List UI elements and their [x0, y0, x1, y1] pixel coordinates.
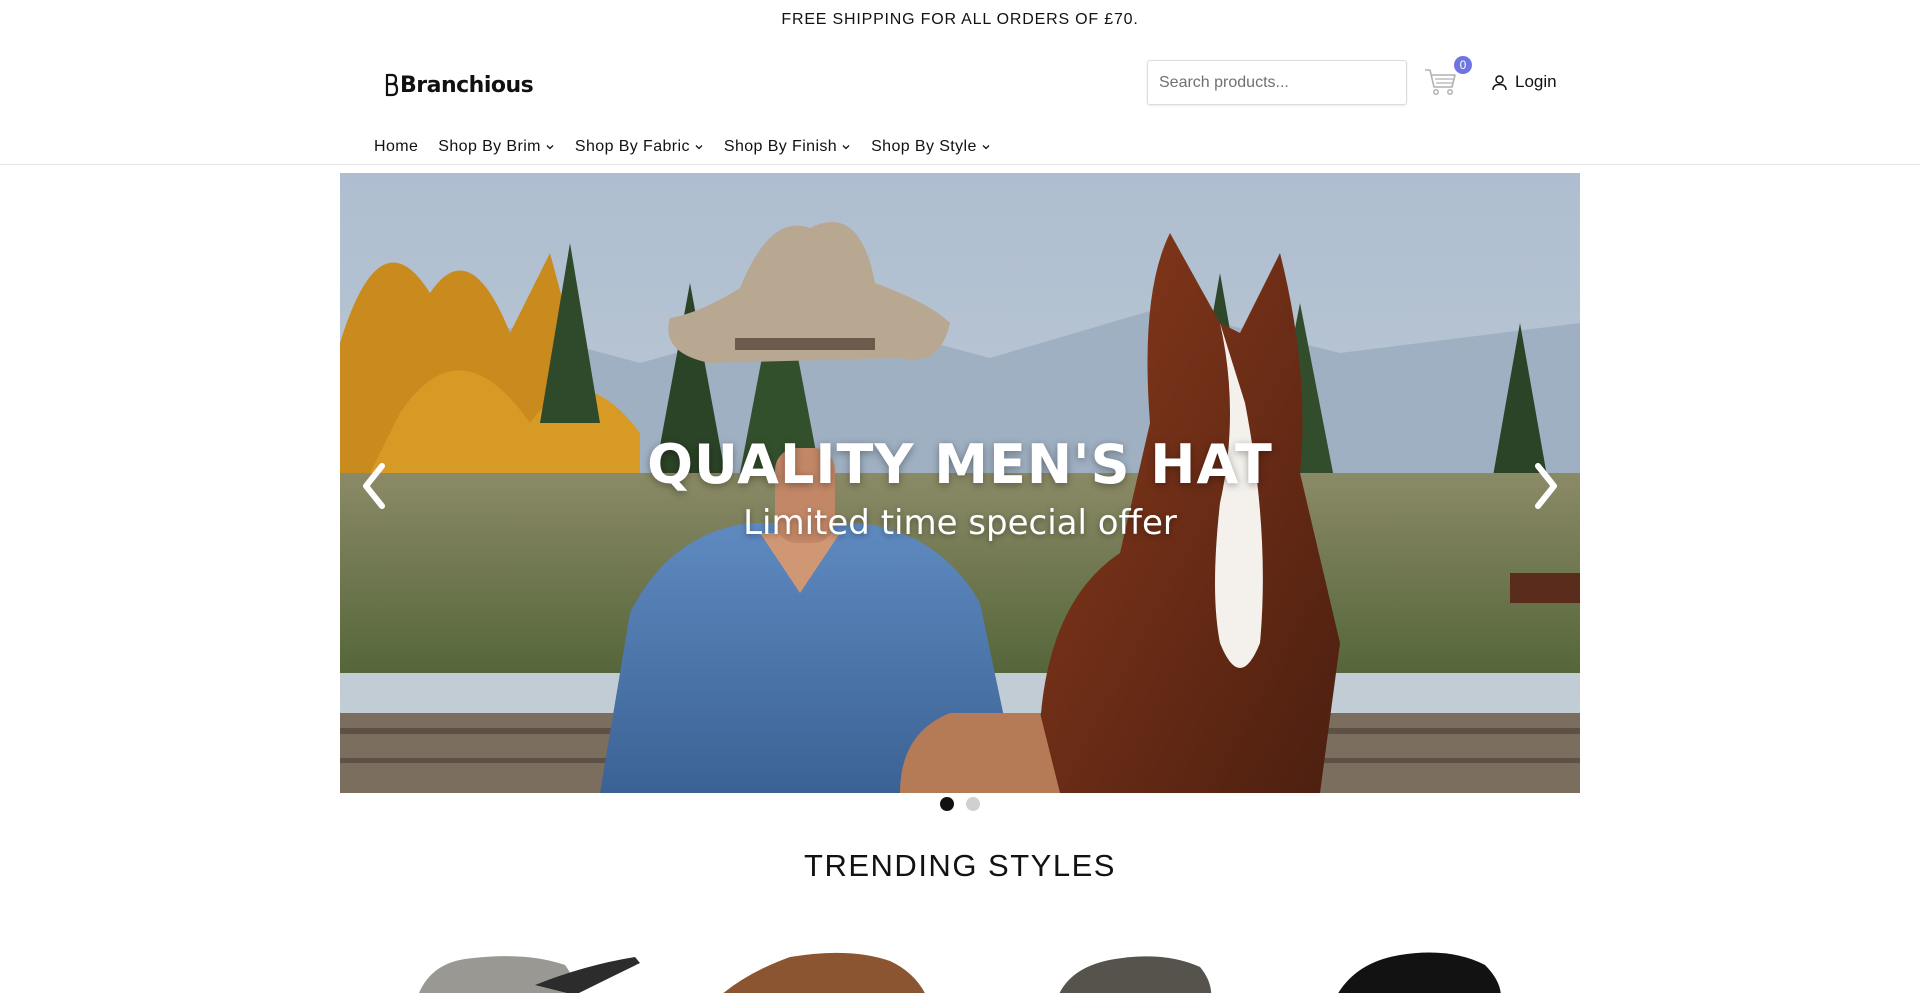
hero-subtitle: Limited time special offer: [743, 503, 1177, 543]
product-card-image-1[interactable]: [385, 945, 665, 993]
chevron-down-icon: [982, 145, 990, 150]
nav-item-shop-by-style[interactable]: Shop By Style: [871, 138, 991, 156]
logo-text: Branchious: [400, 72, 534, 98]
nav-item-home[interactable]: Home: [374, 138, 418, 156]
slider-dot-1[interactable]: [940, 797, 954, 811]
product-card-image-2[interactable]: [700, 945, 980, 993]
product-card-image-3[interactable]: [1015, 945, 1295, 993]
slider-next-arrow-icon[interactable]: [1526, 456, 1566, 516]
nav-label: Shop By Brim: [438, 138, 541, 155]
product-card-image-4[interactable]: [1330, 945, 1555, 993]
main-nav: Home Shop By Brim Shop By Fabric Shop By…: [374, 138, 991, 156]
announcement-text: FREE SHIPPING FOR ALL ORDERS OF £70.: [781, 11, 1139, 28]
slider-prev-arrow-icon[interactable]: [354, 456, 394, 516]
slider-dot-2[interactable]: [966, 797, 980, 811]
hero-title: QUALITY MEN'S HAT: [647, 433, 1273, 496]
nav-item-shop-by-finish[interactable]: Shop By Finish: [724, 138, 851, 156]
login-label: Login: [1515, 72, 1557, 91]
chevron-down-icon: [546, 145, 554, 150]
nav-label: Shop By Finish: [723, 138, 838, 155]
slider-dots: [0, 797, 1920, 811]
nav-item-shop-by-fabric[interactable]: Shop By Fabric: [575, 138, 704, 156]
nav-label: Shop By Fabric: [574, 138, 690, 155]
search-box[interactable]: [1147, 60, 1407, 105]
site-header: Branchious 0 Login Home Shop By Brim Sho…: [0, 40, 1920, 165]
trending-styles-heading: TRENDING STYLES: [804, 848, 1116, 883]
search-input[interactable]: [1159, 73, 1406, 92]
shopping-cart-icon[interactable]: [1423, 64, 1459, 100]
hero-slider[interactable]: QUALITY MEN'S HAT Limited time special o…: [340, 173, 1580, 793]
logo[interactable]: Branchious: [385, 70, 534, 100]
nav-label: Shop By Style: [871, 138, 977, 155]
nav-item-shop-by-brim[interactable]: Shop By Brim: [438, 138, 555, 156]
logo-mark-icon: [385, 73, 399, 97]
trending-products-row: [385, 945, 1555, 993]
chevron-down-icon: [695, 145, 703, 150]
login-link[interactable]: Login: [1491, 72, 1557, 92]
chevron-down-icon: [842, 145, 850, 150]
user-icon: [1492, 74, 1507, 90]
nav-label: Home: [374, 138, 419, 155]
announcement-bar: FREE SHIPPING FOR ALL ORDERS OF £70.: [0, 0, 1920, 40]
cart-count-badge: 0: [1454, 56, 1472, 74]
